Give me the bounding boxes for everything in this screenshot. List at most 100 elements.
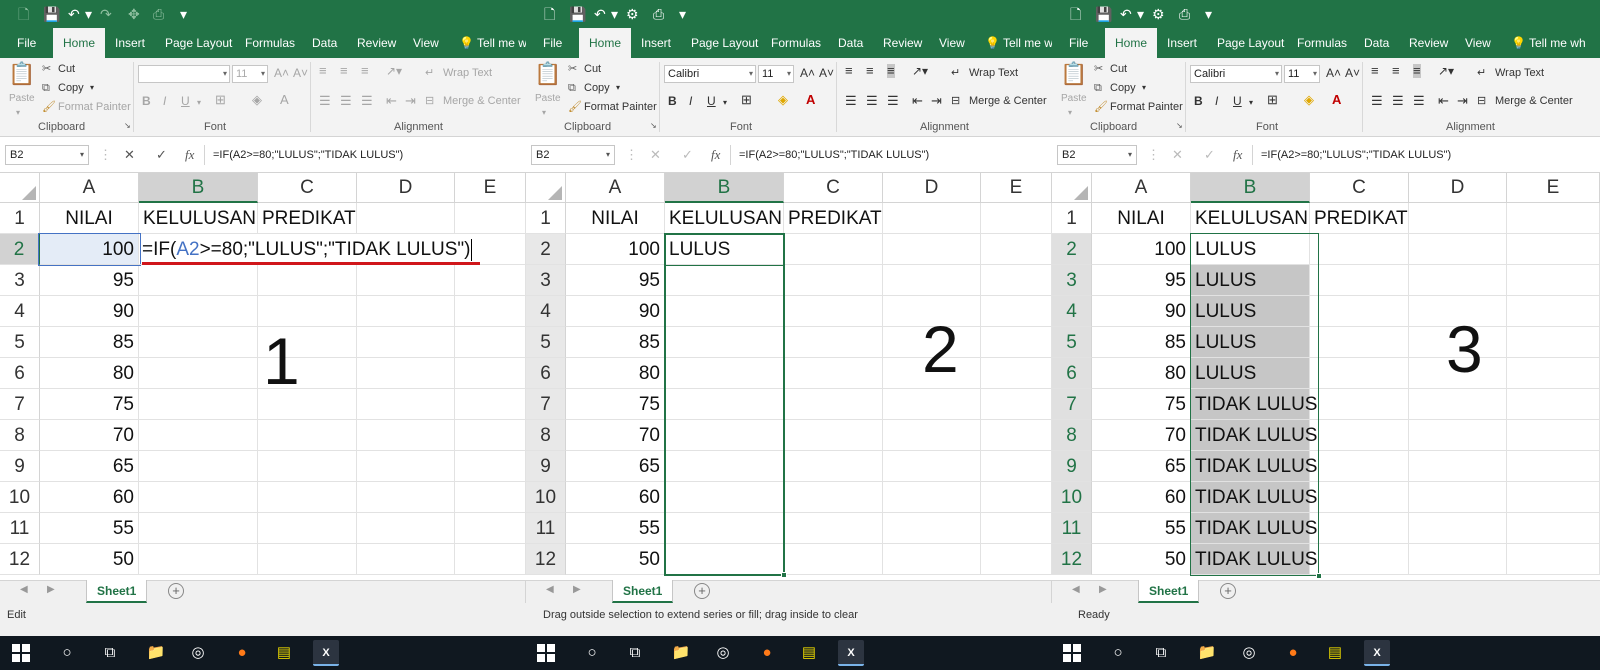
align-left-icon[interactable]: ☰ (319, 94, 331, 108)
tab-data[interactable]: Data (838, 28, 863, 58)
cell-e12[interactable] (1507, 544, 1600, 575)
sheet-next-icon[interactable]: ▶ (573, 584, 581, 595)
row-header-5[interactable]: 5 (1052, 327, 1092, 358)
cell-c3[interactable] (1310, 265, 1409, 296)
cell-c7[interactable] (1310, 389, 1409, 420)
decrease-indent-icon[interactable]: ⇤ (386, 94, 397, 108)
formula-input[interactable]: =IF(A2>=80;"LULUS";"TIDAK LULUS") (730, 145, 1048, 165)
row-header-6[interactable]: 6 (526, 358, 566, 389)
save-icon[interactable]: 💾 (43, 5, 60, 23)
column-header-e[interactable]: E (981, 173, 1052, 203)
cell-a5[interactable]: 85 (1092, 327, 1191, 358)
cell-e4[interactable] (455, 296, 526, 327)
font-size-dropdown-icon[interactable]: ▾ (787, 66, 791, 82)
cell-d9[interactable] (1409, 451, 1507, 482)
column-header-d[interactable]: D (883, 173, 981, 203)
row-header-11[interactable]: 11 (1052, 513, 1092, 544)
cell-e7[interactable] (455, 389, 526, 420)
undo-dropdown-icon[interactable]: ▾ (611, 5, 618, 23)
paste-dropdown-icon[interactable]: ▾ (542, 106, 546, 120)
cell-b2[interactable]: LULUS (1191, 234, 1310, 265)
sheet-tab-sheet1[interactable]: Sheet1 (612, 580, 674, 603)
cell-b10[interactable]: TIDAK LULUS (1191, 482, 1317, 513)
tab-review[interactable]: Review (357, 28, 396, 58)
cell-b11[interactable] (139, 513, 258, 544)
underline-button[interactable]: U (1233, 94, 1242, 108)
tab-formulas[interactable]: Formulas (245, 28, 295, 58)
insert-function-button[interactable]: fx (711, 147, 720, 163)
tab-review[interactable]: Review (1409, 28, 1448, 58)
file-explorer-icon[interactable]: 📁 (1194, 640, 1220, 666)
bold-button[interactable]: B (668, 94, 677, 108)
search-circle-icon[interactable]: ○ (579, 640, 605, 666)
cell-b5[interactable] (665, 327, 784, 358)
cell-d10[interactable] (1409, 482, 1507, 513)
task-view-icon[interactable]: ⧉ (97, 640, 123, 666)
cell-b8[interactable] (665, 420, 784, 451)
cell-a10[interactable]: 60 (1092, 482, 1191, 513)
redo-icon[interactable]: ↷ (100, 5, 112, 23)
tab-view[interactable]: View (413, 28, 439, 58)
cell-b3[interactable]: LULUS (1191, 265, 1310, 296)
task-view-icon[interactable]: ⧉ (1148, 640, 1174, 666)
cell-a2[interactable]: 100 (40, 234, 139, 265)
cell-b4[interactable]: LULUS (1191, 296, 1310, 327)
excel-taskbar-icon[interactable]: X (838, 640, 864, 666)
cell-b8[interactable]: TIDAK LULUS (1191, 420, 1317, 451)
cell-a9[interactable]: 65 (1092, 451, 1191, 482)
tab-view[interactable]: View (939, 28, 965, 58)
cell-e9[interactable] (981, 451, 1052, 482)
increase-indent-icon[interactable]: ⇥ (405, 94, 416, 108)
cell-e5[interactable] (455, 327, 526, 358)
task-view-icon[interactable]: ⧉ (622, 640, 648, 666)
customize-icon[interactable]: ▾ (679, 5, 686, 23)
align-left-icon[interactable]: ☰ (1371, 94, 1383, 108)
cell-e3[interactable] (1507, 265, 1600, 296)
new-icon[interactable]: 🗋 (1070, 5, 1081, 23)
font-size-dropdown-icon[interactable]: ▾ (261, 66, 265, 82)
cell-a2[interactable]: 100 (566, 234, 665, 265)
cell-e8[interactable] (1507, 420, 1600, 451)
name-box[interactable]: B2 ▾ (1057, 145, 1137, 165)
underline-dropdown-icon[interactable]: ▾ (1249, 96, 1253, 110)
start-button-icon[interactable] (1063, 644, 1081, 662)
camera-icon[interactable]: ⚙ (1152, 5, 1165, 23)
row-header-8[interactable]: 8 (0, 420, 40, 451)
excel-taskbar-icon[interactable]: X (313, 640, 339, 666)
align-center-icon[interactable]: ☰ (340, 94, 352, 108)
column-header-e[interactable]: E (1507, 173, 1600, 203)
paste-dropdown-icon[interactable]: ▾ (16, 106, 20, 120)
sheet-next-icon[interactable]: ▶ (1099, 584, 1107, 595)
cell-c2[interactable] (1310, 234, 1409, 265)
tab-data[interactable]: Data (312, 28, 337, 58)
font-name-combo[interactable]: ▾ (138, 65, 230, 83)
paste-icon[interactable]: 📋 (534, 62, 561, 86)
cell-b9[interactable]: TIDAK LULUS (1191, 451, 1317, 482)
font-name-combo[interactable]: Calibri ▾ (664, 65, 756, 83)
cell-a12[interactable]: 50 (40, 544, 139, 575)
row-header-6[interactable]: 6 (0, 358, 40, 389)
name-box-dropdown-icon[interactable]: ▾ (606, 146, 610, 164)
row-header-7[interactable]: 7 (0, 389, 40, 420)
file-explorer-icon[interactable]: 📁 (143, 640, 169, 666)
top-align-icon[interactable]: ≡ (319, 64, 327, 78)
cell-e11[interactable] (1507, 513, 1600, 544)
cell-a12[interactable]: 50 (1092, 544, 1191, 575)
cell-d3[interactable] (357, 265, 455, 296)
print-preview-icon[interactable]: ⎙ (1179, 5, 1190, 23)
font-name-dropdown-icon[interactable]: ▾ (1275, 66, 1279, 82)
align-right-icon[interactable]: ☰ (1413, 94, 1425, 108)
increase-font-icon[interactable]: A˄ (800, 66, 815, 80)
cell-c1[interactable]: PREDIKAT (1310, 203, 1409, 234)
tab-tell-me-wh[interactable]: 💡Tell me wh (1511, 28, 1586, 58)
cell-e6[interactable] (455, 358, 526, 389)
cell-e4[interactable] (981, 296, 1052, 327)
chrome-icon[interactable]: ◎ (710, 640, 736, 666)
sheet-tab-sheet1[interactable]: Sheet1 (1138, 580, 1200, 603)
row-header-12[interactable]: 12 (0, 544, 40, 575)
cell-e5[interactable] (981, 327, 1052, 358)
merge-center-button[interactable]: Merge & Center (1495, 94, 1573, 108)
align-right-icon[interactable]: ☰ (887, 94, 899, 108)
align-left-icon[interactable]: ☰ (845, 94, 857, 108)
cell-a5[interactable]: 85 (566, 327, 665, 358)
